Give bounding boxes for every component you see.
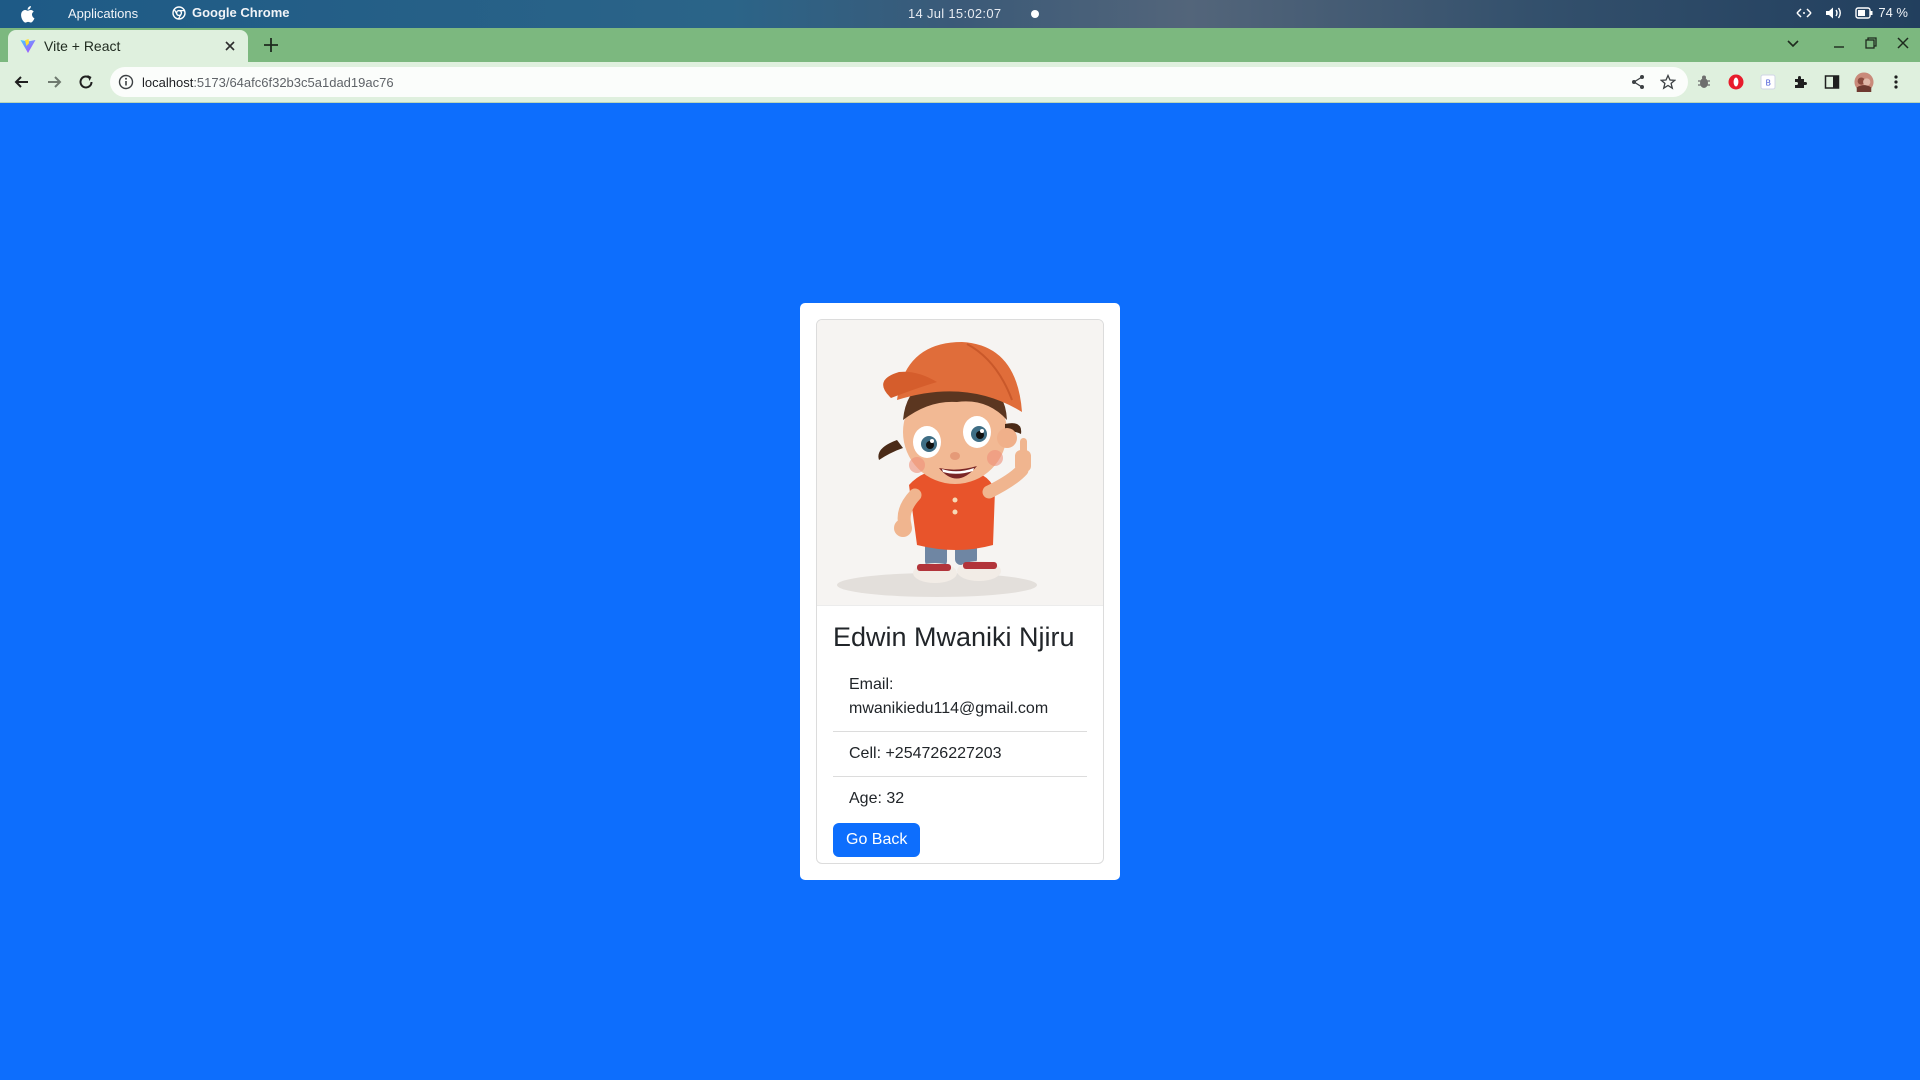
window-controls bbox=[1786, 36, 1910, 50]
b-extension-icon[interactable]: B bbox=[1758, 72, 1778, 92]
site-info-icon[interactable] bbox=[118, 74, 134, 90]
minimize-icon[interactable] bbox=[1832, 36, 1846, 50]
omnibox-actions bbox=[1630, 74, 1676, 90]
cartoon-boy-avatar-image bbox=[837, 342, 1037, 597]
active-app-menu[interactable]: Google Chrome bbox=[172, 5, 290, 20]
restore-icon[interactable] bbox=[1864, 36, 1878, 50]
tab-search-chevron-down-icon[interactable] bbox=[1786, 36, 1800, 50]
battery-icon bbox=[1855, 6, 1873, 19]
address-bar[interactable]: localhost:5173/64afc6f32b3c5a1dad19ac76 bbox=[110, 67, 1688, 97]
back-arrow-icon[interactable] bbox=[12, 72, 32, 92]
url-host: localhost bbox=[142, 74, 194, 90]
list-item-email: Email: mwanikiedu114@gmail.com bbox=[833, 663, 1087, 732]
apple-menu-icon[interactable] bbox=[19, 5, 35, 23]
browser-toolbar: localhost:5173/64afc6f32b3c5a1dad19ac76 … bbox=[0, 62, 1920, 103]
profile-image bbox=[817, 320, 1103, 606]
list-item-age: Age: 32 bbox=[849, 790, 905, 807]
close-tab-icon[interactable] bbox=[222, 38, 238, 54]
share-icon[interactable] bbox=[1630, 74, 1646, 90]
profile-card-container: Edwin Mwaniki Njiru Email: mwanikiedu114… bbox=[800, 303, 1120, 880]
forward-arrow-icon[interactable] bbox=[44, 72, 64, 92]
profile-avatar-icon[interactable] bbox=[1854, 72, 1874, 92]
email-label: Email: bbox=[849, 676, 894, 693]
active-app-label: Google Chrome bbox=[192, 5, 290, 20]
notification-dot bbox=[1031, 10, 1039, 18]
opera-extension-icon[interactable] bbox=[1726, 72, 1746, 92]
profile-details-list: Email: mwanikiedu114@gmail.com Cell: +25… bbox=[833, 663, 1087, 821]
system-tray: 74 % bbox=[1795, 5, 1908, 20]
bug-extension-icon[interactable] bbox=[1694, 72, 1714, 92]
profile-card: Edwin Mwaniki Njiru Email: mwanikiedu114… bbox=[816, 319, 1104, 864]
list-item-cell: Cell: +254726227203 bbox=[833, 732, 1087, 777]
url-text: localhost:5173/64afc6f32b3c5a1dad19ac76 bbox=[142, 75, 394, 90]
battery-indicator[interactable]: 74 % bbox=[1855, 5, 1908, 20]
tab-strip: Vite + React bbox=[0, 28, 1920, 62]
go-back-button[interactable]: Go Back bbox=[833, 823, 921, 857]
reload-icon[interactable] bbox=[76, 72, 96, 92]
extensions-area: B bbox=[1694, 72, 1906, 92]
email-value: mwanikiedu114@gmail.com bbox=[849, 700, 1049, 717]
card-body: Edwin Mwaniki Njiru Email: mwanikiedu114… bbox=[817, 622, 1103, 857]
applications-menu[interactable]: Applications bbox=[68, 6, 138, 21]
clock[interactable]: 14 Jul 15:02:07 bbox=[908, 6, 1001, 21]
tab-vite-react[interactable]: Vite + React bbox=[8, 30, 248, 62]
battery-percent: 74 % bbox=[1878, 5, 1908, 20]
vite-favicon-icon bbox=[20, 39, 36, 53]
side-panel-icon[interactable] bbox=[1822, 72, 1842, 92]
bookmark-star-icon[interactable] bbox=[1660, 74, 1676, 90]
network-icon[interactable] bbox=[1795, 6, 1813, 20]
svg-text:B: B bbox=[1766, 79, 1772, 88]
profile-name: Edwin Mwaniki Njiru bbox=[833, 622, 1075, 652]
close-window-icon[interactable] bbox=[1896, 36, 1910, 50]
os-top-bar: Applications Google Chrome 14 Jul 15:02:… bbox=[0, 0, 1920, 28]
tab-title: Vite + React bbox=[44, 38, 121, 54]
volume-icon[interactable] bbox=[1825, 6, 1843, 20]
new-tab-icon[interactable] bbox=[262, 36, 280, 54]
puzzle-extensions-icon[interactable] bbox=[1790, 72, 1810, 92]
chrome-icon bbox=[172, 5, 186, 20]
url-path: :5173/64afc6f32b3c5a1dad19ac76 bbox=[193, 74, 394, 90]
chrome-menu-icon[interactable] bbox=[1886, 72, 1906, 92]
